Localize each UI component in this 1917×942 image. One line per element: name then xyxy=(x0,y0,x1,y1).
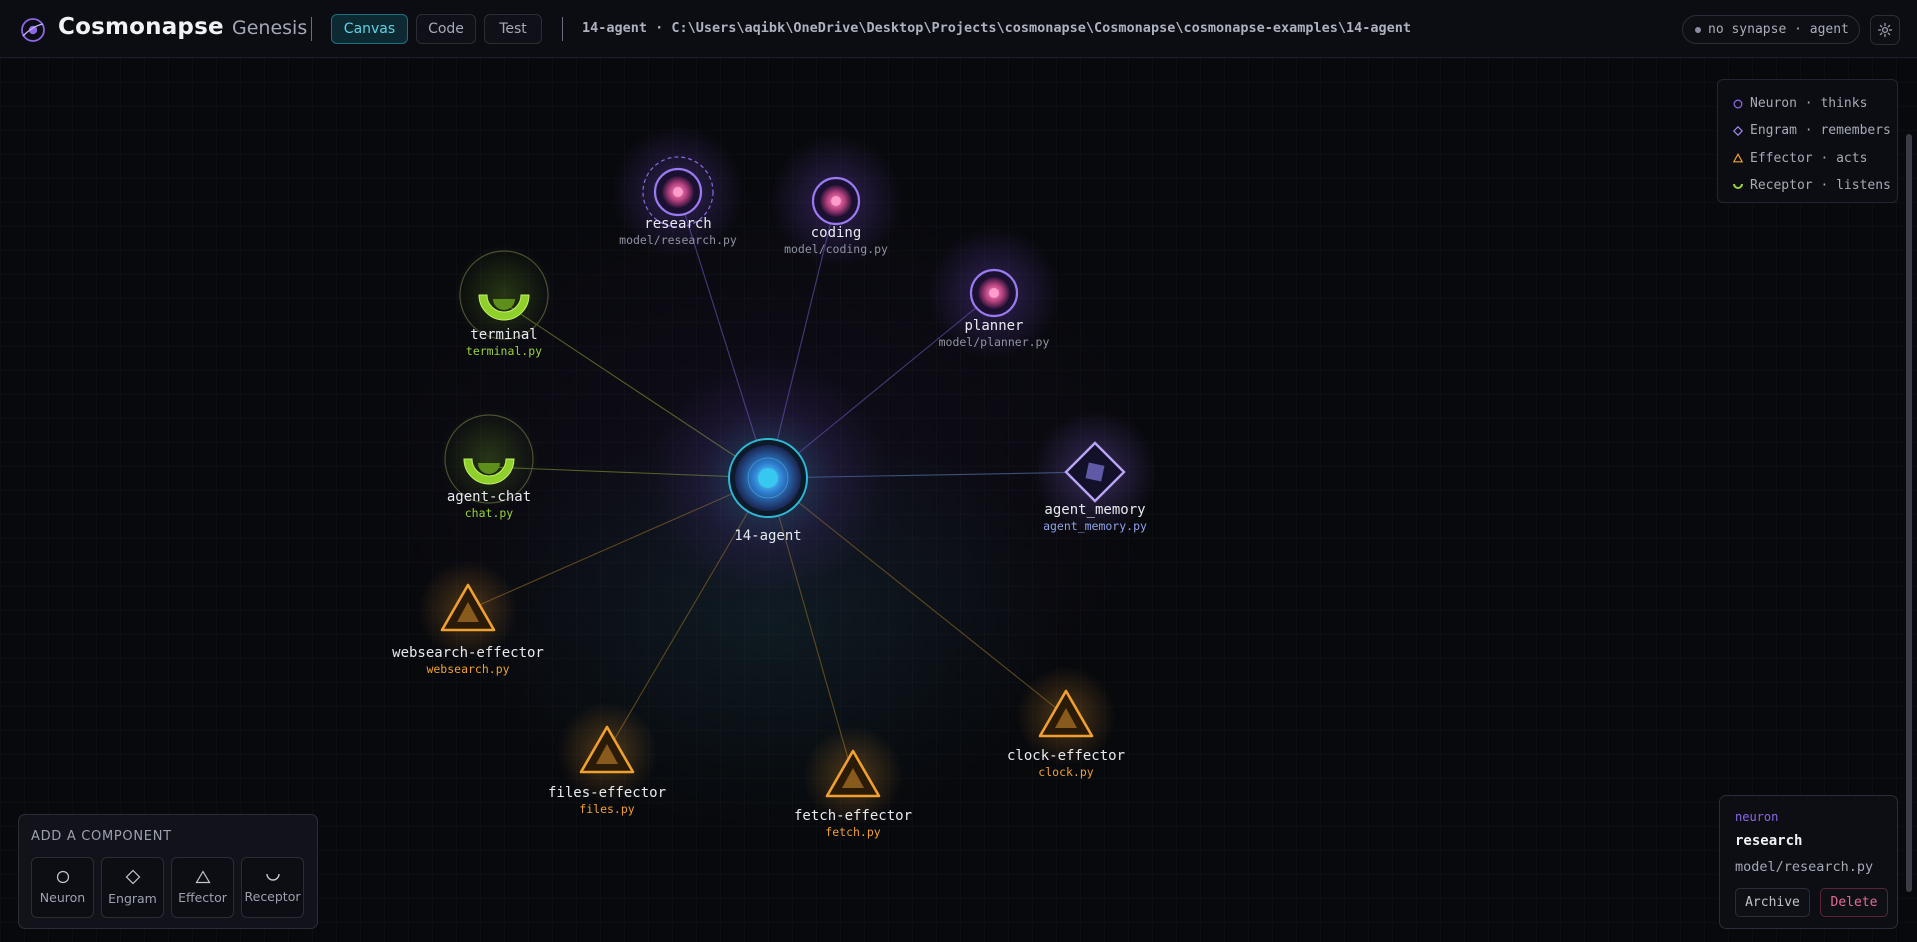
graph-canvas[interactable]: 14-agent research model/research.py coding m… xyxy=(0,58,1917,942)
gear-icon xyxy=(1877,22,1893,38)
inspector-file[interactable]: model/research.py xyxy=(1735,859,1873,875)
node-file: terminal.py xyxy=(465,344,543,358)
canvas-scrollbar[interactable] xyxy=(1906,134,1912,892)
legend-item-receptor: Receptor · listens xyxy=(1733,172,1897,199)
node-file: fetch.py xyxy=(825,825,881,839)
circle-icon xyxy=(1733,99,1743,109)
add-receptor-button[interactable]: Receptor xyxy=(241,857,304,918)
app-subtitle: Genesis xyxy=(232,17,308,39)
node-label-research: research model/research.py xyxy=(619,216,737,247)
circle-icon xyxy=(56,870,69,884)
inspector-kind: neuron xyxy=(1735,810,1779,824)
diamond-icon xyxy=(125,869,140,885)
cosmonapse-logo-icon xyxy=(21,18,45,42)
node-name: clock-effector xyxy=(1006,748,1126,764)
tab-test[interactable]: Test xyxy=(484,14,542,44)
node-file: chat.py xyxy=(464,506,514,520)
node-name: websearch-effector xyxy=(392,645,544,661)
graph-view[interactable] xyxy=(0,58,1917,942)
inspector-name: research xyxy=(1735,833,1803,849)
node-name: files-effector xyxy=(547,785,667,801)
status-text: no synapse · agent xyxy=(1708,22,1849,37)
legend-label: Receptor · listens xyxy=(1750,178,1891,194)
triangle-icon xyxy=(194,870,211,884)
node-name: agent_memory xyxy=(1044,502,1146,518)
divider xyxy=(311,17,312,41)
archive-button[interactable]: Archive xyxy=(1735,888,1810,917)
add-engram-button[interactable]: Engram xyxy=(101,857,164,918)
node-file: agent_memory.py xyxy=(1043,519,1147,533)
node-file: model/research.py xyxy=(619,233,737,247)
node-file: clock.py xyxy=(1038,765,1094,779)
add-engram-label: Engram xyxy=(108,891,157,906)
node-label-center: 14-agent xyxy=(734,528,801,544)
add-component-panel: ADD A COMPONENT Neuron Engram Effector R… xyxy=(18,814,318,929)
delete-button[interactable]: Delete xyxy=(1820,888,1888,917)
node-file: websearch.py xyxy=(426,662,510,676)
triangle-icon xyxy=(1733,153,1743,163)
add-neuron-label: Neuron xyxy=(39,890,86,905)
node-name: fetch-effector xyxy=(793,808,913,824)
legend-label: Effector · acts xyxy=(1750,150,1868,166)
divider xyxy=(562,17,563,41)
add-effector-label: Effector xyxy=(178,890,227,905)
node-name: coding xyxy=(810,225,862,241)
node-label-clock-effector: clock-effector clock.py xyxy=(1007,748,1125,779)
node-name: agent-chat xyxy=(446,489,532,505)
add-neuron-button[interactable]: Neuron xyxy=(31,857,94,918)
legend-item-engram: Engram · remembers xyxy=(1733,117,1897,144)
node-file: model/coding.py xyxy=(784,242,888,256)
node-label-agent-chat: agent-chat chat.py xyxy=(447,489,531,520)
top-bar: Cosmonapse Genesis Canvas Code Test 14-a… xyxy=(0,0,1917,58)
project-path: 14-agent · C:\Users\aqibk\OneDrive\Deskt… xyxy=(582,20,1412,36)
tab-code[interactable]: Code xyxy=(416,14,476,44)
cup-icon xyxy=(265,873,280,881)
app-brand: Cosmonapse xyxy=(58,14,224,40)
node-name: research xyxy=(644,216,712,232)
tab-canvas[interactable]: Canvas xyxy=(331,14,408,44)
diamond-icon xyxy=(1733,125,1743,136)
node-name: planner xyxy=(964,318,1024,334)
legend: Neuron · thinks Engram · remembers Effec… xyxy=(1717,79,1898,203)
add-effector-button[interactable]: Effector xyxy=(171,857,234,918)
add-component-title: ADD A COMPONENT xyxy=(31,829,172,844)
legend-label: Engram · remembers xyxy=(1750,123,1891,139)
node-label-planner: planner model/planner.py xyxy=(939,318,1050,349)
add-receptor-label: Receptor xyxy=(244,889,301,904)
center-node[interactable] xyxy=(648,358,888,598)
node-label-agent-memory: agent_memory agent_memory.py xyxy=(1043,502,1147,533)
legend-item-neuron: Neuron · thinks xyxy=(1733,90,1897,117)
legend-label: Neuron · thinks xyxy=(1750,96,1868,112)
node-label-websearch-effector: websearch-effector websearch.py xyxy=(392,645,544,676)
legend-item-effector: Effector · acts xyxy=(1733,145,1897,172)
node-name: 14-agent xyxy=(734,528,802,544)
status-dot-icon xyxy=(1695,26,1701,33)
node-file: model/planner.py xyxy=(938,335,1050,349)
settings-button[interactable] xyxy=(1870,15,1900,45)
node-file: files.py xyxy=(579,802,635,816)
node-label-fetch-effector: fetch-effector fetch.py xyxy=(794,808,912,839)
node-name: terminal xyxy=(470,327,538,343)
synapse-status-badge[interactable]: no synapse · agent xyxy=(1682,15,1860,44)
node-label-terminal: terminal terminal.py xyxy=(466,327,542,358)
cup-icon xyxy=(1733,183,1743,189)
node-label-coding: coding model/coding.py xyxy=(784,225,888,256)
node-label-files-effector: files-effector files.py xyxy=(548,785,666,816)
node-inspector: neuron research model/research.py Archiv… xyxy=(1719,795,1898,929)
